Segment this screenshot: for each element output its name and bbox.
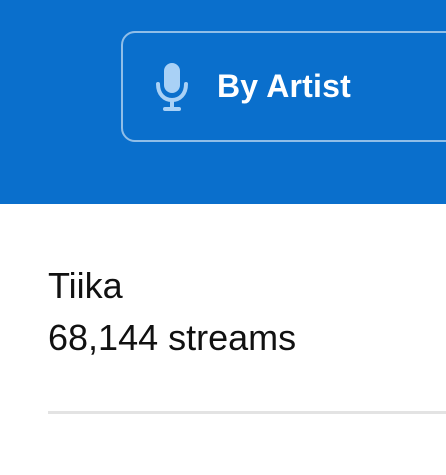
list-item[interactable]: Tiika 68,144 streams [48,264,446,360]
header-bar: By Artist [0,0,446,204]
list-divider [48,411,446,414]
artist-name: Tiika [48,265,123,306]
artist-stream-count: 68,144 streams [48,317,297,358]
artist-list: Tiika 68,144 streams [0,204,446,475]
microphone-icon [155,62,189,112]
by-artist-button[interactable]: By Artist [121,31,446,142]
by-artist-label: By Artist [217,68,351,104]
